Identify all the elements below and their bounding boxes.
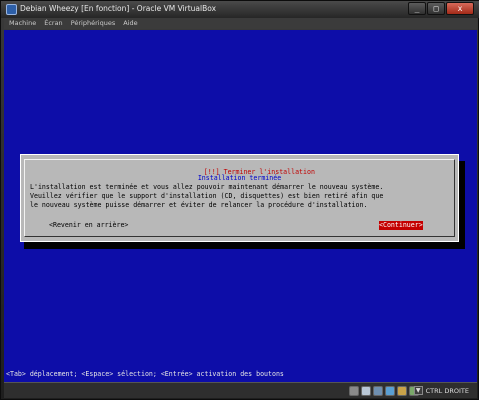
down-arrow-icon: ▼ [413, 386, 423, 395]
virtualbox-app-icon [6, 4, 17, 15]
status-bar: ▼ CTRL DROITE [4, 382, 477, 398]
menu-machine[interactable]: Machine [9, 18, 36, 29]
close-button[interactable]: x [446, 2, 474, 15]
dialog-message: L'installation est terminée et vous alle… [30, 183, 384, 209]
menu-ecran[interactable]: Écran [44, 18, 62, 29]
usb-icon[interactable] [373, 386, 383, 396]
minimize-button[interactable]: _ [408, 2, 426, 15]
cd-icon[interactable] [361, 386, 371, 396]
dialog-subtitle: Installation terminée [197, 174, 282, 182]
menu-aide[interactable]: Aide [123, 18, 137, 29]
shared-folder-icon[interactable] [397, 386, 407, 396]
menu-bar: Machine Écran Périphériques Aide [4, 18, 477, 29]
host-key-indicator[interactable]: ▼ CTRL DROITE [413, 386, 469, 395]
device-icons [349, 386, 419, 396]
back-button[interactable]: <Revenir en arrière> [49, 221, 128, 230]
title-bar[interactable]: Debian Wheezy [En fonction] - Oracle VM … [1, 1, 479, 18]
installer-dialog: [!!] Terminer l'installation Installatio… [20, 154, 459, 242]
network-icon[interactable] [385, 386, 395, 396]
continue-button[interactable]: <Continuer> [379, 221, 423, 230]
virtualbox-window: Debian Wheezy [En fonction] - Oracle VM … [0, 0, 479, 400]
menu-peripheriques[interactable]: Périphériques [71, 18, 116, 29]
host-key-label: CTRL DROITE [425, 386, 469, 395]
window-title: Debian Wheezy [En fonction] - Oracle VM … [20, 4, 217, 13]
keyboard-help-line: <Tab> déplacement; <Espace> sélection; <… [6, 370, 284, 378]
maximize-button[interactable]: □ [427, 2, 445, 15]
guest-screen[interactable]: [!!] Terminer l'installation Installatio… [4, 30, 477, 382]
hdd-icon[interactable] [349, 386, 359, 396]
window-controls: _ □ x [408, 2, 474, 15]
